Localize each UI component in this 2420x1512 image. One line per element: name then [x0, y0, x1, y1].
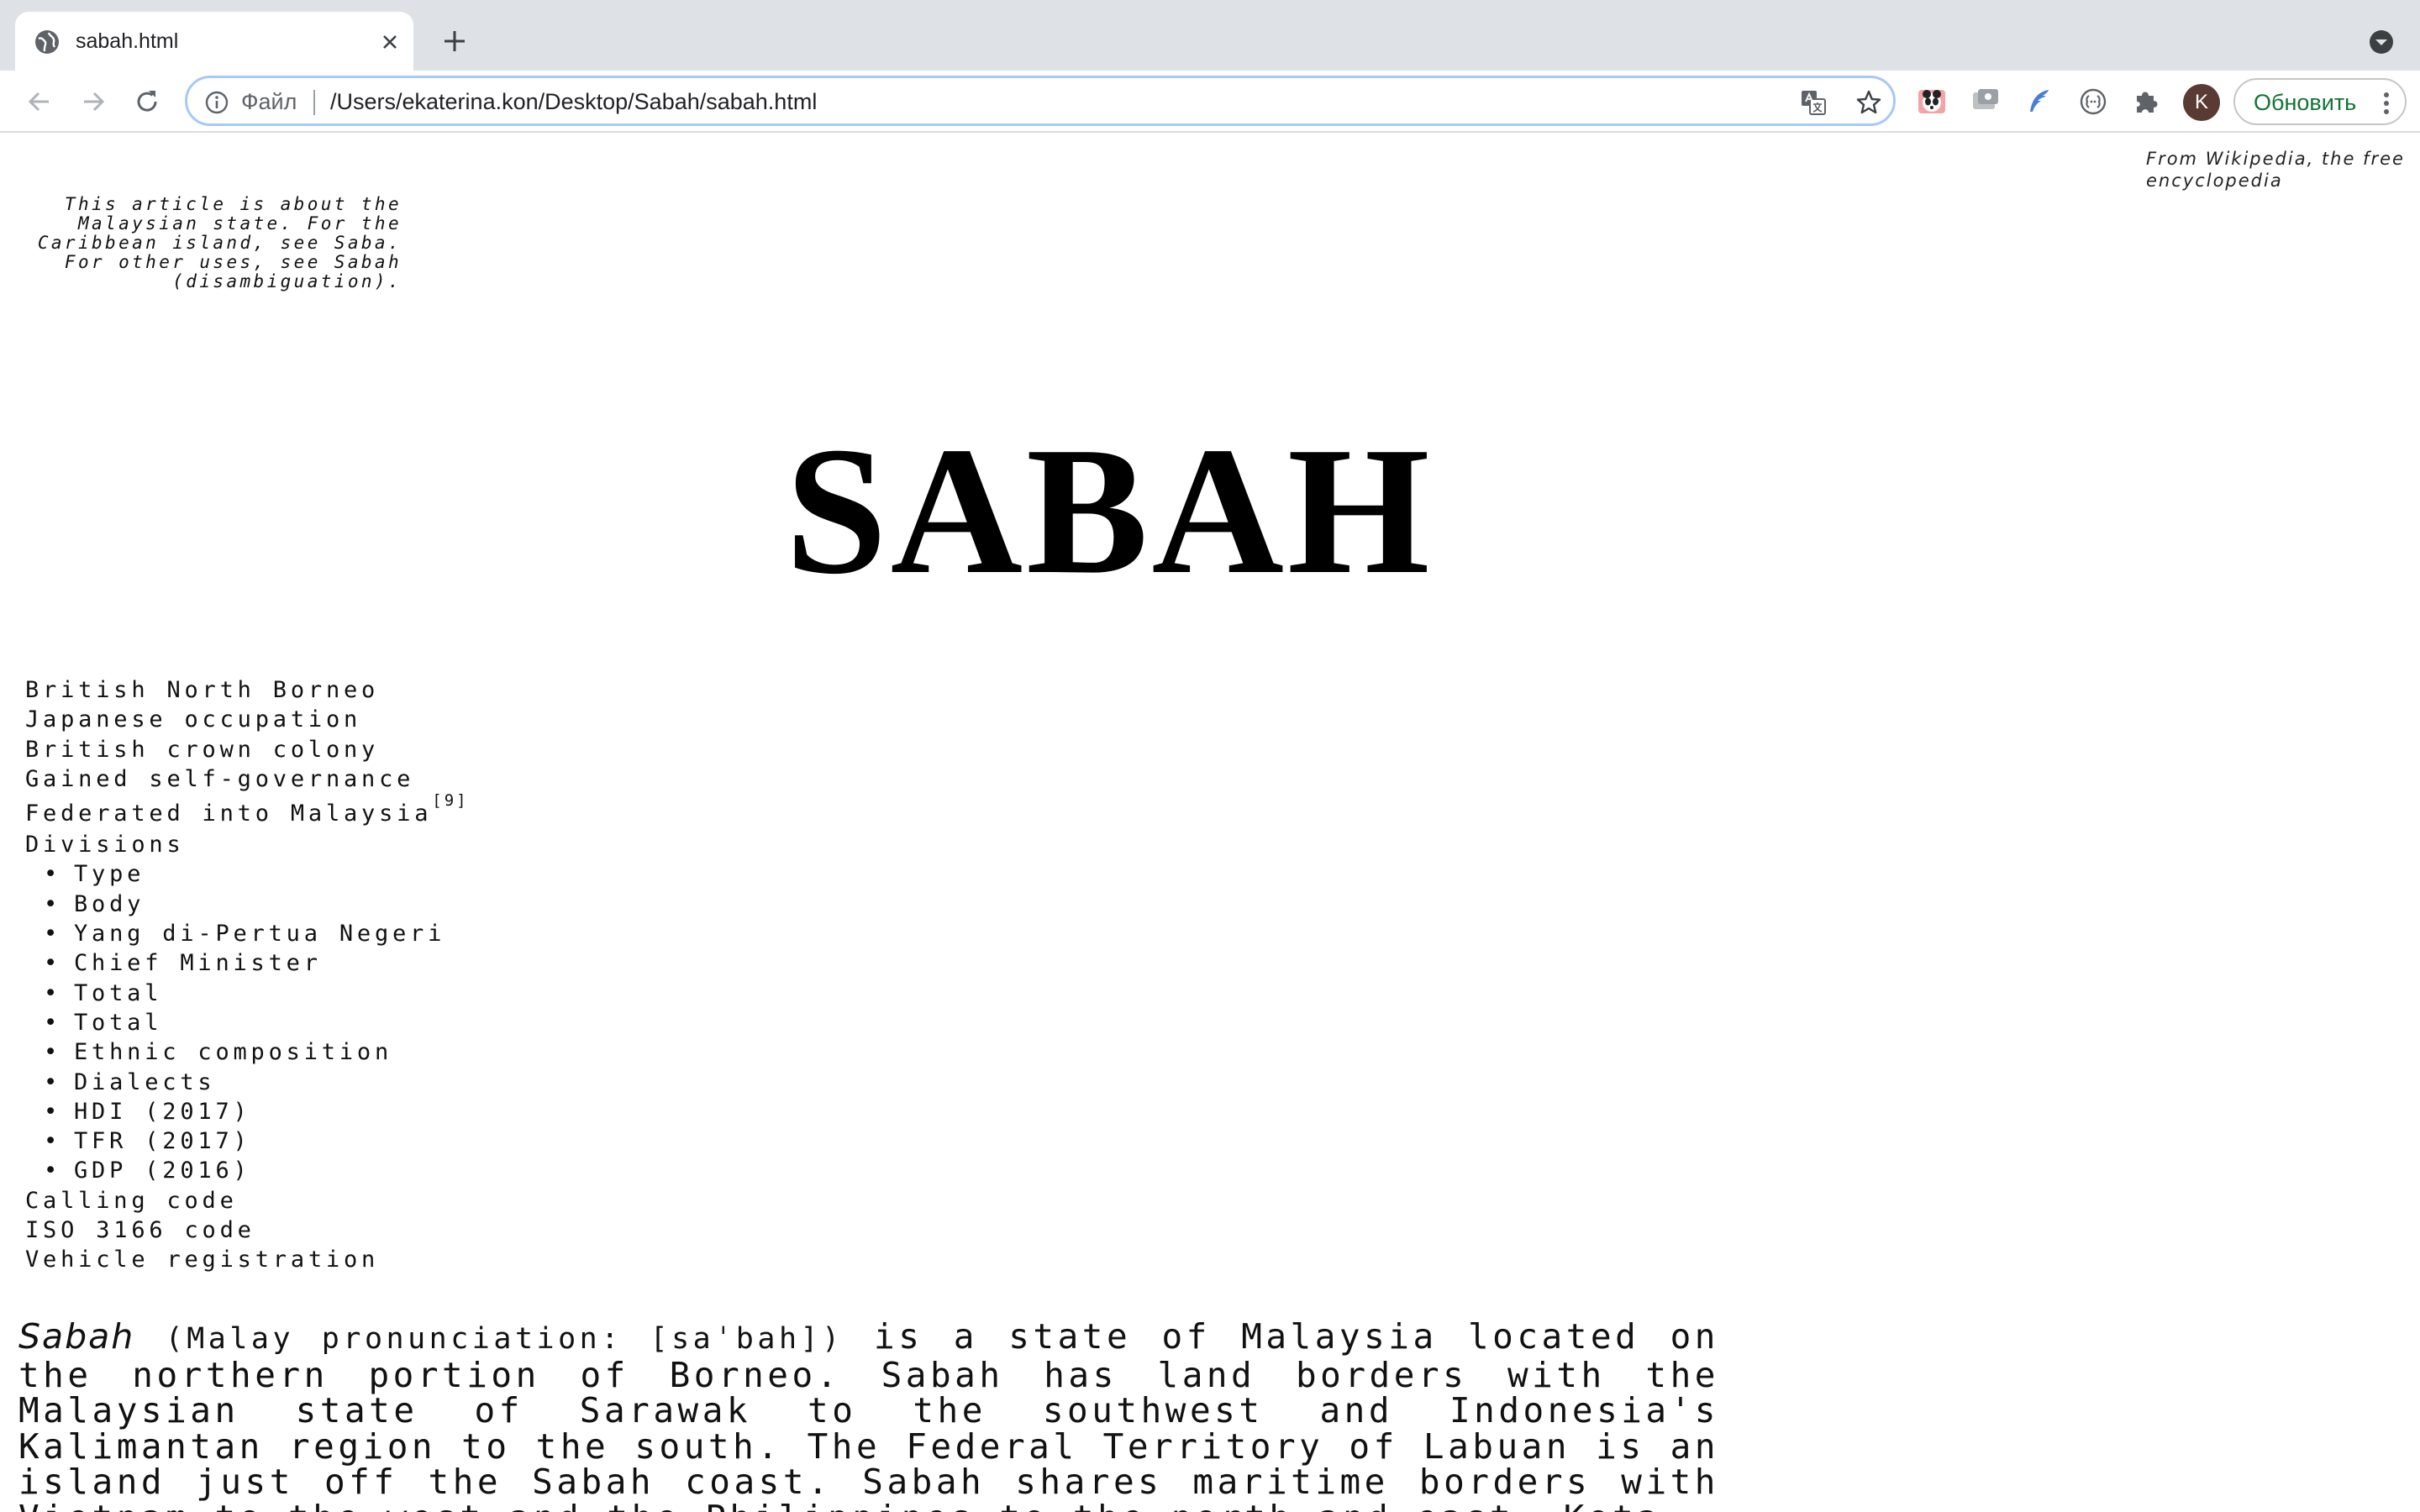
screen-extension-icon[interactable] — [1970, 86, 2002, 118]
infobox: British North Borneo Japanese occupation… — [25, 675, 469, 1275]
code-brackets-extension-icon[interactable] — [2077, 86, 2109, 118]
forward-arrow-icon[interactable] — [77, 86, 109, 118]
reload-icon[interactable] — [131, 86, 163, 118]
profile-avatar[interactable]: K — [2183, 84, 2220, 121]
infobox-subrow: • Dialects — [44, 1068, 216, 1095]
infobox-subrow: • Ethnic composition — [44, 1039, 392, 1066]
bookmark-star-icon[interactable] — [1854, 88, 1883, 117]
update-button[interactable]: Обновить — [2233, 78, 2407, 125]
close-icon[interactable] — [378, 30, 402, 54]
infobox-subrow: • Body — [44, 890, 145, 917]
infobox-row: British crown colony — [25, 736, 380, 763]
translate-icon[interactable] — [1799, 88, 1828, 117]
infobox-subrow: • Chief Minister — [44, 950, 322, 977]
address-bar[interactable]: Файл /Users/ekaterina.kon/Desktop/Sabah/… — [185, 76, 1896, 126]
update-button-label: Обновить — [2254, 90, 2357, 115]
back-arrow-icon[interactable] — [24, 86, 55, 118]
globe-icon — [35, 30, 59, 54]
infobox-row: Vehicle registration — [25, 1247, 380, 1273]
infobox-subrow: • Yang di-Pertua Negeri — [44, 921, 446, 948]
infobox-row: Gained self-governance — [25, 765, 415, 792]
tab-title: sabah.html — [76, 29, 179, 53]
browser-toolbar: Файл /Users/ekaterina.kon/Desktop/Sabah/… — [0, 71, 2420, 133]
wiki-source-note: From Wikipedia, the free encyclopedia — [2146, 149, 2405, 191]
lead-paragraph: Sabah (Malay pronunciation: [saˈbah]) is… — [18, 1319, 1719, 1512]
hatnote: This article is about the Malaysian stat… — [37, 194, 402, 291]
page-title: SABAH — [785, 410, 1434, 612]
puzzle-extensions-icon[interactable] — [2131, 86, 2163, 118]
infobox-subrow: • TFR (2017) — [44, 1128, 251, 1155]
pronunciation: (Malay pronunciation: [saˈbah]) — [165, 1322, 844, 1356]
kebab-menu-icon[interactable] — [2378, 90, 2395, 117]
page-content: From Wikipedia, the free encyclopedia Th… — [0, 134, 2420, 1512]
infobox-row: Calling code — [25, 1187, 238, 1214]
infobox-row: British North Borneo — [25, 677, 380, 703]
infobox-subrow: • GDP (2016) — [44, 1158, 251, 1184]
infobox-row: Divisions — [25, 832, 185, 858]
url-scheme-label: Файл — [241, 89, 297, 114]
panda-extension-icon[interactable] — [1916, 86, 1948, 118]
infobox-subrow: • Total — [44, 979, 163, 1006]
new-tab-plus-icon[interactable] — [440, 27, 469, 55]
infobox-row: Federated into Malaysia[9] — [25, 791, 469, 827]
infobox-subrow: • HDI (2017) — [44, 1098, 251, 1125]
tab-strip: sabah.html — [0, 0, 2420, 71]
infobox-subrow: • Type — [44, 861, 145, 888]
infobox-row: Japanese occupation — [25, 706, 362, 733]
infobox-row: ISO 3166 code — [25, 1217, 255, 1244]
citation-link[interactable]: [9] — [432, 791, 468, 810]
tab-search-chevron-down-icon[interactable] — [2368, 29, 2395, 55]
url-text[interactable]: /Users/ekaterina.kon/Desktop/Sabah/sabah… — [330, 87, 817, 117]
info-icon[interactable] — [204, 90, 229, 115]
url-separator — [313, 90, 315, 115]
feather-extension-icon[interactable] — [2023, 86, 2055, 118]
lead-term: Sabah — [18, 1316, 135, 1357]
active-tab[interactable]: sabah.html — [15, 12, 413, 71]
infobox-subrow: • Total — [44, 1009, 163, 1036]
